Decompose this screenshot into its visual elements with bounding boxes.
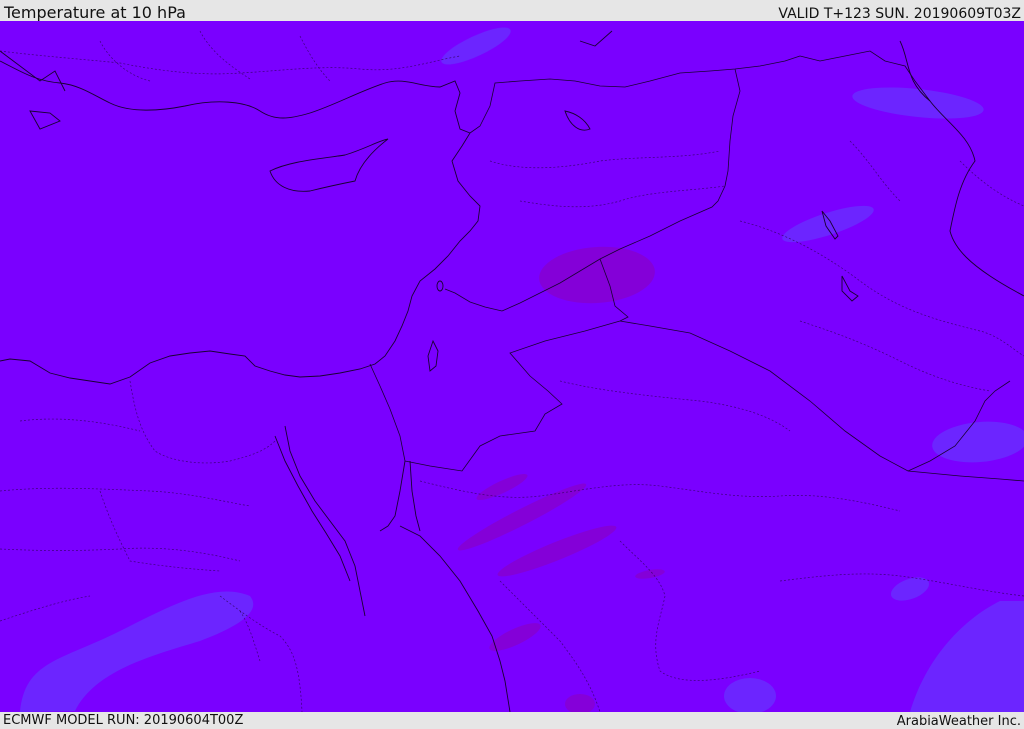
map-canvas: [0, 21, 1024, 712]
temperature-field: [0, 21, 1024, 712]
credit-label: ArabiaWeather Inc.: [896, 714, 1021, 729]
header-bar: Temperature at 10 hPa VALID T+123 SUN. 2…: [0, 0, 1024, 22]
map-panel: [0, 21, 1024, 712]
map-title: Temperature at 10 hPa: [4, 3, 186, 22]
footer-bar: ECMWF MODEL RUN: 20190604T00Z ArabiaWeat…: [0, 712, 1024, 729]
valid-time: VALID T+123 SUN. 20190609T03Z: [778, 6, 1021, 22]
model-run-label: ECMWF MODEL RUN: 20190604T00Z: [3, 713, 244, 728]
